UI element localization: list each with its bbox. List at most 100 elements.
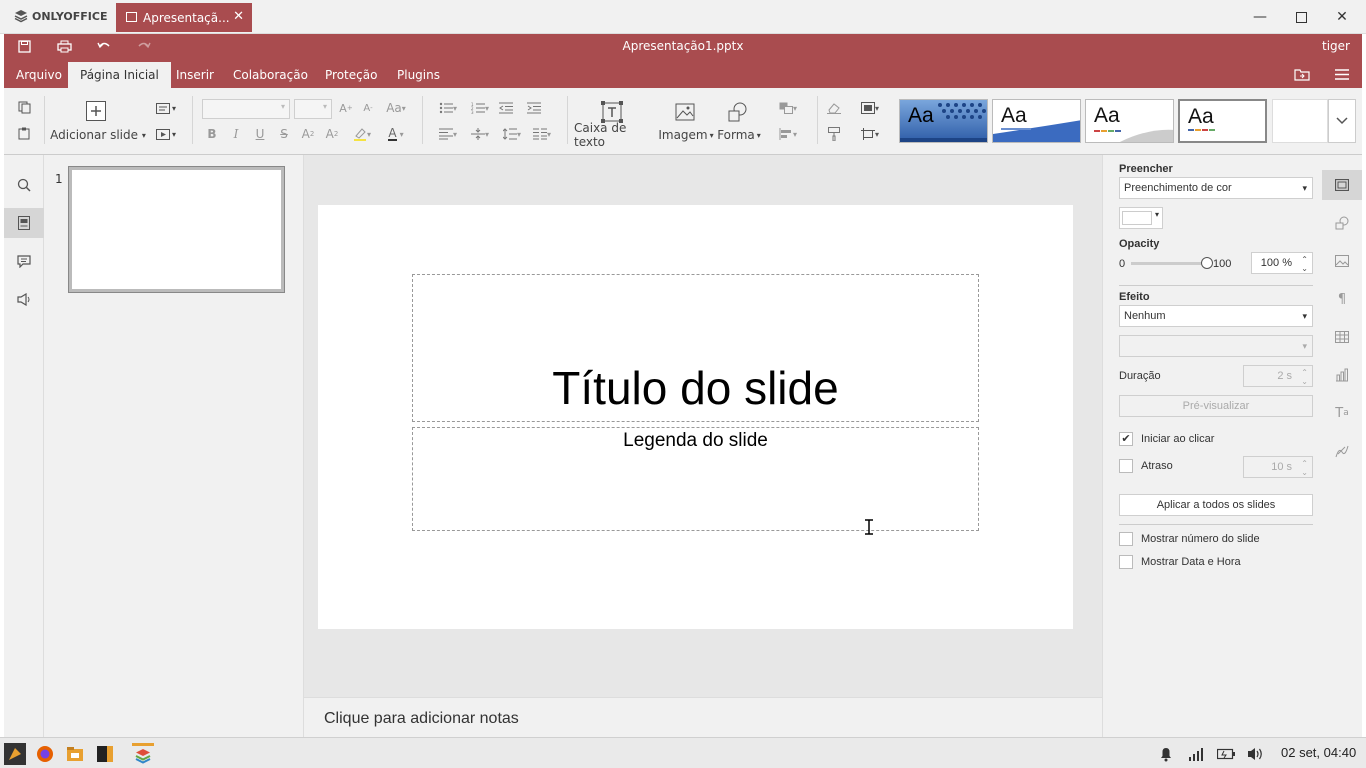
strikethrough-icon[interactable]: S [276,126,292,142]
menu-pagina-inicial[interactable]: Página Inicial [68,62,171,88]
show-slide-number-checkbox[interactable] [1119,532,1133,546]
slide-size-icon[interactable]: ▾ [856,126,884,142]
highlight-color-icon[interactable]: ▾ [348,126,376,142]
onlyoffice-taskbar-icon[interactable] [132,743,154,765]
paste-icon[interactable] [14,124,34,142]
hamburger-menu-icon[interactable] [1332,66,1352,82]
numbering-icon[interactable]: 1 2 3 ▾ [466,100,494,116]
themes-expand-icon[interactable] [1328,99,1356,143]
text-box-button[interactable]: Caixa de texto [574,121,654,149]
menu-protecao[interactable]: Proteção [313,62,389,88]
menu-colaboracao[interactable]: Colaboração [221,62,320,88]
font-size-select[interactable]: ▾ [294,99,332,119]
theme-blank-selected[interactable]: Aa [1178,99,1267,143]
feedback-icon[interactable] [4,284,44,314]
terminal-icon[interactable] [94,743,116,765]
volume-icon[interactable] [1245,743,1267,765]
search-icon[interactable] [4,170,44,200]
menu-arquivo[interactable]: Arquivo [4,62,74,88]
slide-settings-icon[interactable] [1322,170,1362,200]
title-placeholder[interactable]: Título do slide [412,274,979,422]
menu-plugins[interactable]: Plugins [385,62,452,88]
change-color-theme-icon[interactable]: ▾ [856,100,884,116]
fill-type-select[interactable]: Preenchimento de cor ▾ [1119,177,1313,199]
slide-thumbnail[interactable] [69,167,284,292]
close-icon[interactable]: ✕ [1331,8,1353,26]
opacity-slider[interactable] [1131,262,1207,265]
copy-icon[interactable] [14,98,34,116]
menu-inserir[interactable]: Inserir [164,62,226,88]
minimize-icon[interactable]: — [1249,8,1271,26]
decrease-font-icon[interactable]: A- [360,100,376,116]
comments-icon[interactable] [4,246,44,276]
user-name[interactable]: tiger [1322,39,1350,53]
chart-settings-icon[interactable] [1322,360,1362,390]
add-slide-icon[interactable] [85,100,107,122]
clear-style-icon[interactable] [826,100,842,116]
theme-blue-dots[interactable]: Aa [899,99,988,143]
duration-input[interactable]: 2 s ⌃ ⌄ [1243,365,1313,387]
file-manager-icon[interactable] [64,743,86,765]
subtitle-placeholder[interactable]: Legenda do slide [412,427,979,531]
onlyoffice-logo[interactable]: ONLYOFFICE [14,9,108,23]
vertical-align-icon[interactable]: ▾ [466,126,494,142]
notes-area[interactable]: Clique para adicionar notas [304,697,1102,737]
superscript-icon[interactable]: A2 [300,126,316,142]
opacity-input[interactable]: 100 % ⌃ ⌄ [1251,252,1313,274]
bullets-icon[interactable]: ▾ [434,100,462,116]
decrease-indent-icon[interactable] [498,100,514,116]
fill-color-picker[interactable]: ▾ [1119,207,1163,229]
increase-font-icon[interactable]: A + [338,100,354,116]
open-file-location-icon[interactable] [1292,66,1312,82]
table-settings-icon[interactable] [1322,322,1362,352]
effect-type-select[interactable]: ▾ [1119,335,1313,357]
add-slide-button[interactable]: Adicionar slide ▾ [50,128,146,142]
effect-select[interactable]: Nenhum ▾ [1119,305,1313,327]
columns-icon[interactable]: ▾ [528,126,556,142]
slide-layout-icon[interactable]: ▾ [152,100,180,116]
maximize-icon[interactable] [1290,8,1312,26]
text-art-settings-icon[interactable]: Ta [1322,398,1362,428]
underline-icon[interactable]: U [252,126,268,142]
line-spacing-icon[interactable]: ▾ [498,126,526,142]
delay-checkbox[interactable] [1119,459,1133,473]
delay-input[interactable]: 10 s ⌃ ⌄ [1243,456,1313,478]
preview-button[interactable]: Pré-visualizar [1119,395,1313,417]
slides-panel-icon[interactable] [4,208,44,238]
bold-icon[interactable]: B [204,126,220,142]
start-slideshow-icon[interactable]: ▾ [152,126,180,142]
increase-indent-icon[interactable] [526,100,542,116]
shape-button[interactable]: Forma ▾ [716,128,762,142]
align-left-icon[interactable]: ▾ [434,126,462,142]
taskbar-clock[interactable]: 02 set, 04:40 [1281,745,1356,760]
paragraph-settings-icon[interactable]: ¶ [1322,284,1362,314]
shape-icon[interactable] [726,100,750,124]
document-tab[interactable]: Apresentaçã... ✕ [116,3,252,32]
copy-style-icon[interactable] [826,126,842,142]
image-settings-icon[interactable] [1322,246,1362,276]
opacity-slider-handle[interactable] [1201,257,1213,269]
signature-settings-icon[interactable] [1322,436,1362,466]
apply-to-all-slides-button[interactable]: Aplicar a todos os slides [1119,494,1313,516]
close-tab-icon[interactable]: ✕ [233,9,244,24]
align-shape-icon[interactable]: ▾ [774,126,802,142]
firefox-icon[interactable] [34,743,56,765]
slide-canvas[interactable]: Título do slide Legenda do slide [318,205,1073,629]
image-button[interactable]: Imagem ▾ [658,128,714,142]
shape-settings-icon[interactable] [1322,208,1362,238]
change-case-icon[interactable]: Aa ▾ [382,100,410,116]
font-family-select[interactable]: ▾ [202,99,290,119]
show-date-time-checkbox[interactable] [1119,555,1133,569]
network-signal-icon[interactable] [1185,743,1207,765]
theme-blue-wave[interactable]: Aa [992,99,1081,143]
start-on-click-checkbox[interactable]: ✔ [1119,432,1133,446]
theme-gray-wave[interactable]: Aa [1085,99,1174,143]
font-color-icon[interactable]: A ▾ [382,126,410,142]
subscript-icon[interactable]: A2 [324,126,340,142]
arrange-icon[interactable]: ▾ [774,100,802,116]
image-icon[interactable] [673,100,697,124]
italic-icon[interactable]: I [228,126,244,142]
notifications-icon[interactable] [1155,743,1177,765]
battery-icon[interactable] [1215,743,1237,765]
start-menu-icon[interactable] [4,743,26,765]
